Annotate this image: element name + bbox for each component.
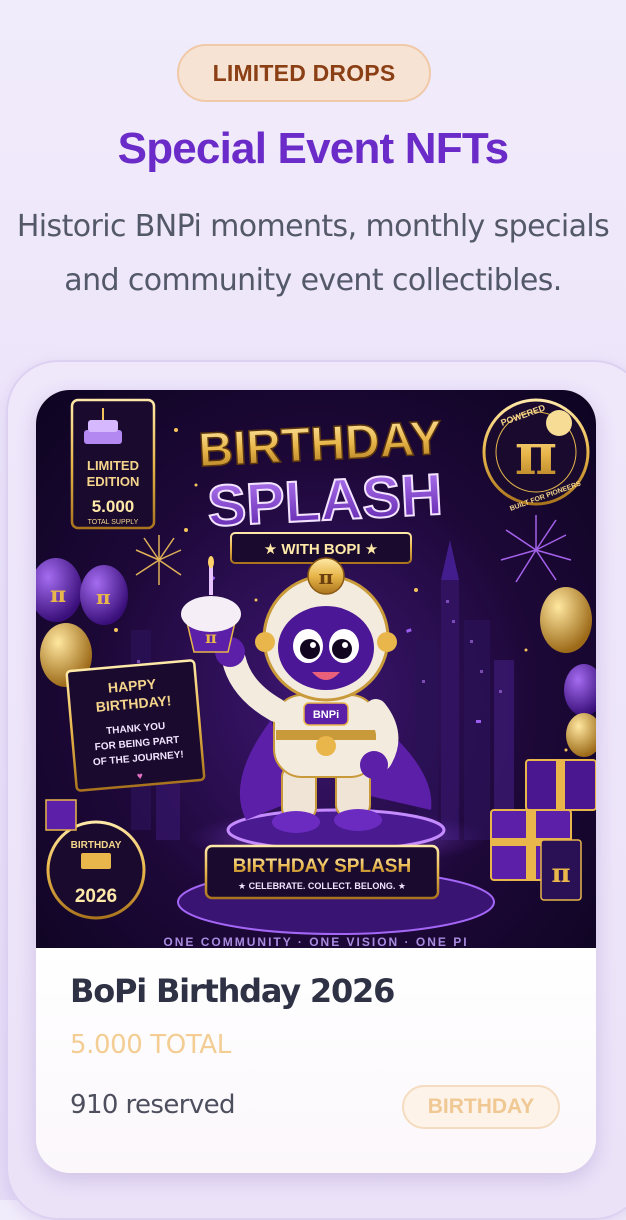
category-badge: BIRTHDAY [402, 1085, 560, 1129]
svg-text:π: π [96, 585, 111, 609]
birthday-sign: HAPPY BIRTHDAY! THANK YOU FOR BEING PART… [65, 659, 206, 792]
limited-supply-label: TOTAL SUPPLY [88, 519, 139, 526]
plaque-title: BIRTHDAY SPLASH [233, 856, 411, 877]
nft-reserved-count: 910 reserved [70, 1090, 236, 1120]
art-title-splash: SPLASH [206, 462, 444, 539]
subtitle-line-2: and community event collectibles. [64, 263, 562, 298]
nft-total-supply: 5.000 TOTAL [70, 1030, 231, 1060]
nft-card[interactable]: π π LIMITED EDITION 5.000 TOTAL SUPPLY B… [36, 390, 596, 1173]
firework-right [500, 515, 572, 583]
svg-text:π: π [205, 628, 217, 647]
svg-text:π: π [50, 582, 66, 608]
edition-text: EDITION [87, 474, 140, 489]
section-header: LIMITED DROPS Special Event NFTs Histori… [0, 0, 626, 320]
belly-badge: BNPi [313, 709, 339, 721]
limited-text: LIMITED [87, 458, 139, 473]
pedestal: BIRTHDAY SPLASH ★ CELEBRATE. COLLECT. BE… [177, 808, 495, 935]
svg-text:♥: ♥ [137, 771, 144, 782]
subtitle-line-1: Historic BNPi moments, monthly specials [16, 209, 610, 244]
pi-seal: π POWERED BUILT FOR PIONEERS [482, 398, 590, 513]
svg-text:π: π [319, 565, 334, 589]
limited-edition-badge: LIMITED EDITION 5.000 TOTAL SUPPLY [70, 398, 156, 530]
balloons-right [540, 587, 596, 757]
bopi-mascot: BNPi π π [181, 556, 432, 833]
medallion-top-text: BIRTHDAY [71, 840, 122, 851]
nft-name: BoPi Birthday 2026 [70, 972, 395, 1010]
limited-supply-value: 5.000 [92, 497, 135, 516]
art-footer-strip: ONE COMMUNITY · ONE VISION · ONE PI [163, 935, 468, 948]
nft-info: BoPi Birthday 2026 5.000 TOTAL 910 reser… [36, 948, 596, 1173]
section-title: Special Event NFTs [117, 124, 510, 173]
art-ribbon: ★ WITH BOPI ★ [264, 541, 378, 558]
svg-text:π: π [551, 859, 570, 889]
birthday-2026-medallion: BIRTHDAY 2026 [46, 820, 146, 920]
art-title: BIRTHDAY SPLASH ★ WITH BOPI ★ [196, 411, 445, 564]
limited-drops-badge: LIMITED DROPS [177, 44, 431, 102]
nft-artwork[interactable]: π π LIMITED EDITION 5.000 TOTAL SUPPLY B… [36, 390, 596, 948]
firework-left [135, 535, 182, 585]
section-subtitle: Historic BNPi moments, monthly specials … [0, 200, 626, 308]
medallion-year: 2026 [75, 886, 117, 907]
plaque-subtitle: ★ CELEBRATE. COLLECT. BELONG. ★ [238, 881, 406, 891]
